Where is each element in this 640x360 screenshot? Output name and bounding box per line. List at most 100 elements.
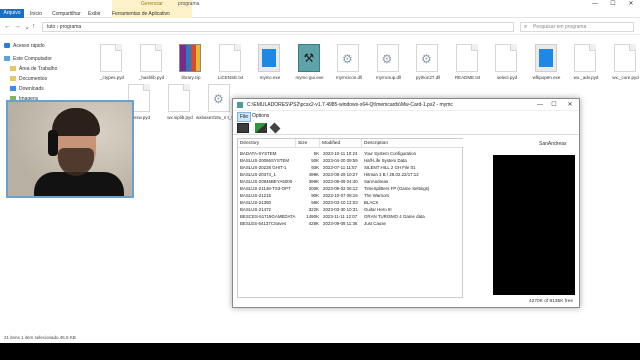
path-breadcrumb[interactable]: tuto › programa <box>42 22 514 32</box>
cell-description: Just Cause <box>364 221 386 226</box>
close-icon[interactable]: ✕ <box>622 0 640 8</box>
save-row[interactable]: BESLES-54137CSaves 428K 2023-09-08 11:36 Ju… <box>238 220 462 227</box>
file-item[interactable]: wfkpopen.exe <box>527 44 567 88</box>
save-row[interactable]: BASLUS-20374_1 499K 2023-08-29 10:27 Hitman… <box>238 171 462 178</box>
save-row[interactable]: BASLUS-20066SYSTEM 50K 2023-04-20 09:59 Hal… <box>238 157 462 164</box>
save-list[interactable]: Directory Size Modified Description BADA… <box>237 138 464 298</box>
column-size[interactable]: Size <box>296 139 320 148</box>
export-save-icon[interactable] <box>255 123 267 133</box>
search-placeholder: Pesquisar em programa <box>533 24 587 30</box>
file-type-icon <box>258 44 280 72</box>
mymc-menubar: File Options <box>233 111 579 122</box>
file-type-icon <box>179 44 201 72</box>
tab-view[interactable]: Exibir <box>88 10 101 18</box>
cell-description: Guitar Hero III <box>364 207 392 212</box>
tab-home[interactable]: Início <box>30 10 42 18</box>
cell-size: 93K <box>311 165 319 170</box>
save-row[interactable]: BASLUS-21472 322K 2023-03-30 10:31 Guitar H… <box>238 206 462 213</box>
file-type-icon <box>534 44 557 72</box>
import-save-icon[interactable] <box>269 122 281 134</box>
file-type-icon <box>100 44 122 72</box>
forward-icon[interactable]: → <box>14 23 21 30</box>
cell-directory: BASLUS-20228 GHIT-1 <box>240 165 287 170</box>
cell-modified: 2023-09-02 06:12 <box>323 186 358 191</box>
cell-description: Half-Life System Data <box>364 158 407 163</box>
file-item[interactable]: wx._adv.pyd <box>566 44 606 88</box>
cell-directory: BADATA-SYSTEM <box>240 151 277 156</box>
mymc-window: C:\EMULADORES\PS2\pcsx2-v1.7.4985-window… <box>232 98 580 308</box>
up-icon[interactable]: ↑ <box>32 23 36 30</box>
file-item[interactable]: mymc.exe <box>250 44 290 88</box>
file-item[interactable]: README.txt <box>448 44 488 88</box>
back-icon[interactable]: ← <box>4 23 11 30</box>
cell-description: GRAN TURISMO 4 Game data <box>364 214 425 219</box>
sidebar-item-documents[interactable]: Documentos <box>10 75 47 84</box>
cell-modified: 2023-03-10 12:03 <box>323 200 358 205</box>
cell-modified: 2023-03-30 10:31 <box>323 207 358 212</box>
file-type-icon: ⚙ <box>208 84 230 112</box>
file-item[interactable]: wx._core.pyd <box>606 44 640 88</box>
minimize-icon[interactable]: — <box>586 0 604 8</box>
save-row[interactable]: BESCES-51719GAMEDATA 1490K 2023-11-11 12:0… <box>238 213 462 220</box>
cell-size: 428K <box>308 221 319 226</box>
column-directory[interactable]: Directory <box>238 139 296 148</box>
cell-directory: BESCES-51719GAMEDATA <box>240 214 296 219</box>
sidebar-item-desktop[interactable]: Área de Trabalho <box>10 65 57 74</box>
cell-description: The Warriors <box>364 193 390 198</box>
file-item[interactable]: _hashlib.pyd <box>132 44 172 88</box>
close-icon[interactable]: ✕ <box>563 99 577 111</box>
save-row[interactable]: BADATA-SYSTEM 5K 2023-10-11 10:24 Your Syst… <box>238 150 462 157</box>
file-type-icon: ⚙ <box>416 44 438 72</box>
cell-size: 322K <box>308 207 319 212</box>
cell-directory: BASLUS-21472 <box>240 207 271 212</box>
cell-directory: BASLUS-21215 <box>240 193 271 198</box>
file-type-icon: ⚙ <box>337 44 359 72</box>
cell-modified: 2023-08-29 10:27 <box>323 172 358 177</box>
cell-modified: 2023-10-07 08:16 <box>323 193 358 198</box>
sidebar-item-quick-access[interactable]: Acesso rápido <box>4 42 45 51</box>
menu-options[interactable]: Options <box>250 112 271 120</box>
file-type-icon <box>613 44 636 72</box>
cell-modified: 2023-04-20 09:59 <box>323 158 358 163</box>
file-item[interactable]: wx.siplib.pyd <box>160 84 200 128</box>
file-type-icon <box>139 44 162 72</box>
save-row[interactable]: BASLUS-21350 58K 2023-03-10 12:03 BLACK <box>238 199 462 206</box>
download-icon <box>10 86 16 91</box>
file-name: wx._core.pyd <box>612 75 639 80</box>
cell-description: Your System Configuration <box>364 151 417 156</box>
save-row[interactable]: BASLUS-20228 GHIT-1 93K 2023-07-11 11:57 SI… <box>238 164 462 171</box>
folder-icon <box>10 76 16 81</box>
cell-modified: 2023-09-09 04:40 <box>323 179 358 184</box>
file-item[interactable]: ⚙ mymcicon.dll <box>329 44 369 88</box>
tab-file[interactable]: Arquivo <box>0 9 24 18</box>
file-item[interactable]: ⚙ mymcsup.dll <box>369 44 409 88</box>
sidebar-item-downloads[interactable]: Downloads <box>10 85 44 94</box>
file-item[interactable]: _ctypes.pyd <box>92 44 132 88</box>
tab-share[interactable]: Compartilhar <box>52 10 81 18</box>
column-description[interactable]: Description <box>362 139 464 148</box>
cell-size: 50K <box>311 158 319 163</box>
save-row[interactable]: BASLUS-20946BEYA5000 399K 2023-09-09 04:40… <box>238 178 462 185</box>
save-row[interactable]: BASLUS-21215 90K 2023-10-07 08:16 The Warri… <box>238 192 462 199</box>
recent-chevron-icon[interactable]: ⌄ <box>24 23 30 31</box>
cell-directory: BASLUS-20066SYSTEM <box>240 158 290 163</box>
search-input[interactable]: ⌕ Pesquisar em programa <box>520 22 634 32</box>
search-icon: ⌕ <box>524 24 528 30</box>
sidebar-item-this-pc[interactable]: Este Computador <box>4 55 52 64</box>
maximize-icon[interactable]: ☐ <box>604 0 622 8</box>
file-item[interactable]: ⚒ mymc-gui.exe <box>290 44 330 88</box>
open-memcard-icon[interactable] <box>237 123 249 133</box>
computer-icon <box>4 56 10 61</box>
file-item[interactable]: ⚙ python27.dll <box>408 44 448 88</box>
file-item[interactable]: library.zip <box>171 44 211 88</box>
file-item[interactable]: select.pyd <box>487 44 527 88</box>
cell-directory: BESLES-54137CSaves <box>240 221 287 226</box>
minimize-icon[interactable]: — <box>533 99 547 111</box>
ribbon-tabs: Gerenciar Arquivo Início Compartilhar Ex… <box>0 0 640 18</box>
mymc-app-icon <box>237 102 243 108</box>
column-modified[interactable]: Modified <box>320 139 362 148</box>
tab-app-tools[interactable]: Ferramentas de Aplicativo <box>112 10 170 18</box>
file-item[interactable]: LICENSE.txt <box>211 44 251 88</box>
maximize-icon[interactable]: ☐ <box>547 99 561 111</box>
save-row[interactable]: BASLUS-21148-TS3-OPT 200K 2023-09-02 06:12… <box>238 185 462 192</box>
